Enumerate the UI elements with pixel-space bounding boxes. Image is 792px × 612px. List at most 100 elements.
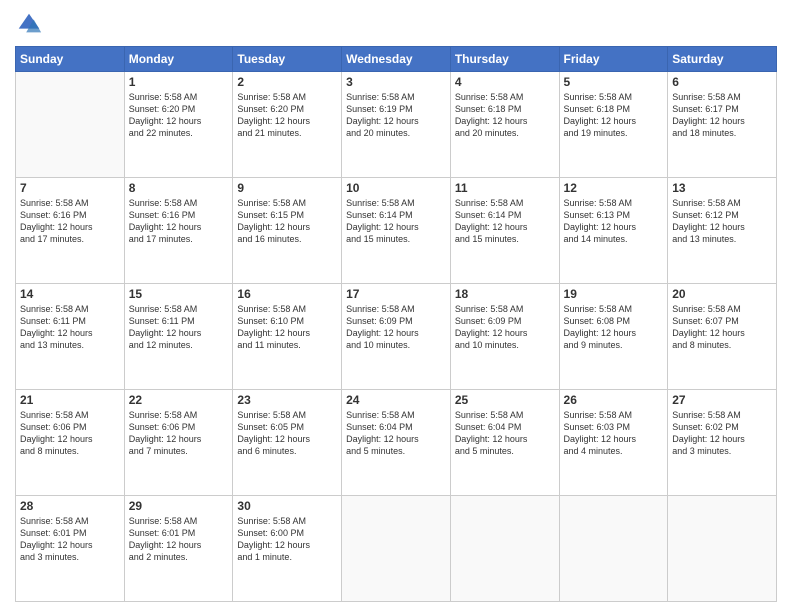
day-info: Sunrise: 5:58 AM Sunset: 6:16 PM Dayligh…	[129, 197, 229, 246]
day-info: Sunrise: 5:58 AM Sunset: 6:14 PM Dayligh…	[455, 197, 555, 246]
day-number: 25	[455, 393, 555, 407]
calendar-cell: 5 Sunrise: 5:58 AM Sunset: 6:18 PM Daylig…	[559, 72, 668, 178]
calendar-cell: 4 Sunrise: 5:58 AM Sunset: 6:18 PM Daylig…	[450, 72, 559, 178]
day-number: 30	[237, 499, 337, 513]
calendar-cell: 6 Sunrise: 5:58 AM Sunset: 6:17 PM Daylig…	[668, 72, 777, 178]
day-info: Sunrise: 5:58 AM Sunset: 6:07 PM Dayligh…	[672, 303, 772, 352]
week-row-2: 7 Sunrise: 5:58 AM Sunset: 6:16 PM Daylig…	[16, 178, 777, 284]
day-info: Sunrise: 5:58 AM Sunset: 6:18 PM Dayligh…	[455, 91, 555, 140]
day-header-saturday: Saturday	[668, 47, 777, 72]
day-info: Sunrise: 5:58 AM Sunset: 6:06 PM Dayligh…	[129, 409, 229, 458]
week-row-5: 28 Sunrise: 5:58 AM Sunset: 6:01 PM Dayli…	[16, 496, 777, 602]
calendar-cell: 19 Sunrise: 5:58 AM Sunset: 6:08 PM Dayli…	[559, 284, 668, 390]
day-number: 27	[672, 393, 772, 407]
week-row-1: 1Sunrise: 5:58 AM Sunset: 6:20 PM Daylig…	[16, 72, 777, 178]
day-number: 26	[564, 393, 664, 407]
day-number: 23	[237, 393, 337, 407]
day-number: 11	[455, 181, 555, 195]
day-info: Sunrise: 5:58 AM Sunset: 6:08 PM Dayligh…	[564, 303, 664, 352]
calendar-cell: 29 Sunrise: 5:58 AM Sunset: 6:01 PM Dayli…	[124, 496, 233, 602]
day-info: Sunrise: 5:58 AM Sunset: 6:09 PM Dayligh…	[346, 303, 446, 352]
calendar-cell: 25Sunrise: 5:58 AM Sunset: 6:04 PM Dayli…	[450, 390, 559, 496]
day-header-monday: Monday	[124, 47, 233, 72]
day-number: 28	[20, 499, 120, 513]
day-info: Sunrise: 5:58 AM Sunset: 6:18 PM Dayligh…	[564, 91, 664, 140]
day-number: 16	[237, 287, 337, 301]
header	[15, 10, 777, 38]
day-info: Sunrise: 5:58 AM Sunset: 6:15 PM Dayligh…	[237, 197, 337, 246]
day-info: Sunrise: 5:58 AM Sunset: 6:02 PM Dayligh…	[672, 409, 772, 458]
calendar-header-row: SundayMondayTuesdayWednesdayThursdayFrid…	[16, 47, 777, 72]
day-number: 14	[20, 287, 120, 301]
logo	[15, 10, 47, 38]
day-number: 19	[564, 287, 664, 301]
calendar-cell: 15 Sunrise: 5:58 AM Sunset: 6:11 PM Dayli…	[124, 284, 233, 390]
day-info: Sunrise: 5:58 AM Sunset: 6:11 PM Dayligh…	[129, 303, 229, 352]
day-info: Sunrise: 5:58 AM Sunset: 6:03 PM Dayligh…	[564, 409, 664, 458]
day-number: 21	[20, 393, 120, 407]
calendar-cell	[668, 496, 777, 602]
logo-icon	[15, 10, 43, 38]
calendar-cell: 7Sunrise: 5:58 AM Sunset: 6:16 PM Daylig…	[16, 178, 125, 284]
day-number: 22	[129, 393, 229, 407]
calendar-cell	[16, 72, 125, 178]
calendar-cell: 9Sunrise: 5:58 AM Sunset: 6:15 PM Daylig…	[233, 178, 342, 284]
day-number: 3	[346, 75, 446, 89]
calendar-cell: 8Sunrise: 5:58 AM Sunset: 6:16 PM Daylig…	[124, 178, 233, 284]
day-number: 12	[564, 181, 664, 195]
day-info: Sunrise: 5:58 AM Sunset: 6:01 PM Dayligh…	[129, 515, 229, 564]
day-number: 29	[129, 499, 229, 513]
week-row-4: 21 Sunrise: 5:58 AM Sunset: 6:06 PM Dayli…	[16, 390, 777, 496]
day-header-friday: Friday	[559, 47, 668, 72]
day-number: 5	[564, 75, 664, 89]
day-number: 13	[672, 181, 772, 195]
day-number: 7	[20, 181, 120, 195]
day-info: Sunrise: 5:58 AM Sunset: 6:20 PM Dayligh…	[237, 91, 337, 140]
day-info: Sunrise: 5:58 AM Sunset: 6:04 PM Dayligh…	[346, 409, 446, 458]
day-number: 6	[672, 75, 772, 89]
calendar-cell: 21Sunrise: 5:58 AM Sunset: 6:06 PM Dayli…	[16, 390, 125, 496]
day-number: 24	[346, 393, 446, 407]
day-info: Sunrise: 5:58 AM Sunset: 6:05 PM Dayligh…	[237, 409, 337, 458]
day-number: 15	[129, 287, 229, 301]
day-info: Sunrise: 5:58 AM Sunset: 6:00 PM Dayligh…	[237, 515, 337, 564]
calendar-cell	[450, 496, 559, 602]
calendar-cell: 13 Sunrise: 5:58 AM Sunset: 6:12 PM Dayli…	[668, 178, 777, 284]
calendar-cell: 26 Sunrise: 5:58 AM Sunset: 6:03 PM Dayli…	[559, 390, 668, 496]
calendar-cell: 3 Sunrise: 5:58 AM Sunset: 6:19 PM Daylig…	[342, 72, 451, 178]
day-info: Sunrise: 5:58 AM Sunset: 6:12 PM Dayligh…	[672, 197, 772, 246]
calendar-cell: 27 Sunrise: 5:58 AM Sunset: 6:02 PM Dayli…	[668, 390, 777, 496]
day-number: 2	[237, 75, 337, 89]
day-info: Sunrise: 5:58 AM Sunset: 6:13 PM Dayligh…	[564, 197, 664, 246]
calendar: SundayMondayTuesdayWednesdayThursdayFrid…	[15, 46, 777, 602]
day-header-wednesday: Wednesday	[342, 47, 451, 72]
calendar-cell: 22 Sunrise: 5:58 AM Sunset: 6:06 PM Dayli…	[124, 390, 233, 496]
day-info: Sunrise: 5:58 AM Sunset: 6:10 PM Dayligh…	[237, 303, 337, 352]
calendar-cell	[342, 496, 451, 602]
calendar-cell: 30 Sunrise: 5:58 AM Sunset: 6:00 PM Dayli…	[233, 496, 342, 602]
calendar-cell: 24 Sunrise: 5:58 AM Sunset: 6:04 PM Dayli…	[342, 390, 451, 496]
day-number: 17	[346, 287, 446, 301]
day-info: Sunrise: 5:58 AM Sunset: 6:17 PM Dayligh…	[672, 91, 772, 140]
day-number: 10	[346, 181, 446, 195]
day-header-thursday: Thursday	[450, 47, 559, 72]
day-number: 20	[672, 287, 772, 301]
day-number: 4	[455, 75, 555, 89]
calendar-cell: 12 Sunrise: 5:58 AM Sunset: 6:13 PM Dayli…	[559, 178, 668, 284]
day-info: Sunrise: 5:58 AM Sunset: 6:09 PM Dayligh…	[455, 303, 555, 352]
calendar-cell: 16 Sunrise: 5:58 AM Sunset: 6:10 PM Dayli…	[233, 284, 342, 390]
calendar-cell: 23 Sunrise: 5:58 AM Sunset: 6:05 PM Dayli…	[233, 390, 342, 496]
calendar-cell: 2 Sunrise: 5:58 AM Sunset: 6:20 PM Daylig…	[233, 72, 342, 178]
calendar-cell: 20 Sunrise: 5:58 AM Sunset: 6:07 PM Dayli…	[668, 284, 777, 390]
day-info: Sunrise: 5:58 AM Sunset: 6:19 PM Dayligh…	[346, 91, 446, 140]
calendar-cell: 17 Sunrise: 5:58 AM Sunset: 6:09 PM Dayli…	[342, 284, 451, 390]
week-row-3: 14 Sunrise: 5:58 AM Sunset: 6:11 PM Dayli…	[16, 284, 777, 390]
page: SundayMondayTuesdayWednesdayThursdayFrid…	[0, 0, 792, 612]
day-info: Sunrise: 5:58 AM Sunset: 6:20 PM Dayligh…	[129, 91, 229, 140]
day-header-sunday: Sunday	[16, 47, 125, 72]
calendar-cell: 14 Sunrise: 5:58 AM Sunset: 6:11 PM Dayli…	[16, 284, 125, 390]
calendar-cell: 28 Sunrise: 5:58 AM Sunset: 6:01 PM Dayli…	[16, 496, 125, 602]
day-info: Sunrise: 5:58 AM Sunset: 6:14 PM Dayligh…	[346, 197, 446, 246]
day-info: Sunrise: 5:58 AM Sunset: 6:11 PM Dayligh…	[20, 303, 120, 352]
day-info: Sunrise: 5:58 AM Sunset: 6:01 PM Dayligh…	[20, 515, 120, 564]
